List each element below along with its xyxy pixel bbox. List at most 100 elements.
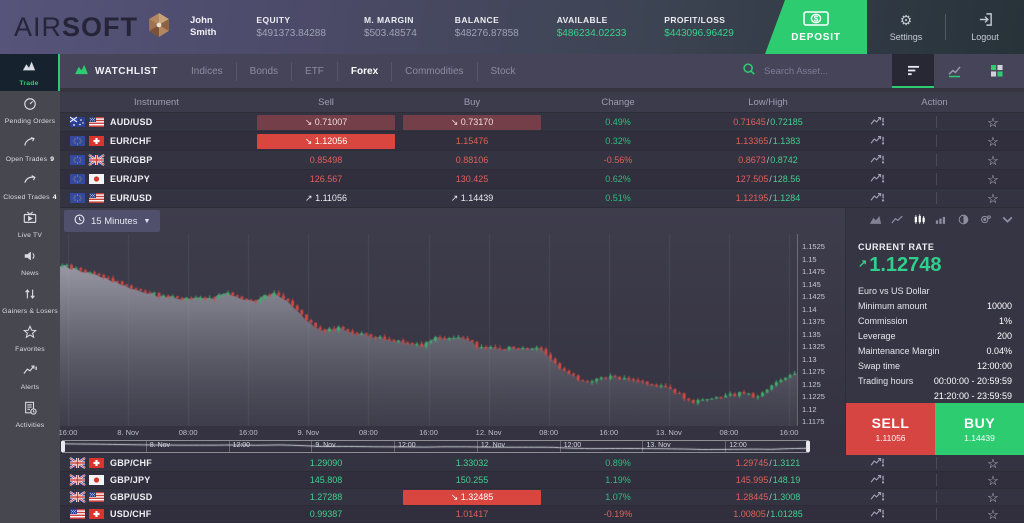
- sell-price[interactable]: 1.27288: [253, 490, 399, 504]
- logout-button[interactable]: Logout: [946, 12, 1024, 42]
- navigator-cell: 8. Nov: [146, 441, 229, 452]
- navigator-handle-left[interactable]: [61, 441, 65, 452]
- sell-price[interactable]: ↗ 1.11056: [253, 191, 399, 206]
- instrument-row-usd-chf[interactable]: USD/CHF0.993871.01417-0.19%1.00805/1.012…: [60, 506, 1024, 523]
- line-chart-icon[interactable]: [891, 212, 904, 230]
- sell-button[interactable]: SELL 1.11056: [846, 403, 935, 455]
- favorite-star-icon[interactable]: ☆: [987, 508, 999, 521]
- sell-price[interactable]: 0.99387: [253, 507, 399, 521]
- trend-alert-icon[interactable]: [870, 490, 885, 504]
- tab-commodities[interactable]: Commodities: [391, 62, 476, 81]
- favorite-star-icon[interactable]: ☆: [987, 154, 999, 167]
- favorite-star-icon[interactable]: ☆: [987, 491, 999, 504]
- sidebar-item-activities[interactable]: Activities: [0, 396, 60, 433]
- buy-price[interactable]: 150.255: [399, 473, 545, 487]
- activities-doc-icon: [23, 401, 37, 420]
- instrument-cell: USD/CHF: [60, 509, 253, 519]
- instrument-cell: EUR/JPY: [60, 174, 253, 184]
- tab-forex[interactable]: Forex: [337, 62, 391, 81]
- sidebar-item-pending-orders[interactable]: Pending Orders: [0, 92, 60, 129]
- timeframe-dropdown[interactable]: 15 Minutes ▼: [64, 210, 160, 232]
- x-axis-tick: 8. Nov: [117, 428, 139, 437]
- candlestick-canvas: [60, 234, 797, 426]
- buy-price[interactable]: ↘ 1.32485: [399, 490, 545, 505]
- instrument-row-gbp-jpy[interactable]: GBP/JPY145.808150.2551.19%145.995/148.19…: [60, 472, 1024, 489]
- buy-price[interactable]: 1.33032: [399, 456, 545, 470]
- instrument-row-gbp-chf[interactable]: GBP/CHF1.290901.330320.89%1.29745/1.3121…: [60, 455, 1024, 472]
- favorite-star-icon[interactable]: ☆: [987, 116, 999, 129]
- trend-alert-icon[interactable]: [870, 456, 885, 470]
- trend-alert-icon[interactable]: [870, 191, 885, 205]
- sidebar-item-closed-trades[interactable]: Closed Trades 4: [0, 168, 60, 205]
- instrument-row-eur-chf[interactable]: EUR/CHF↘ 1.120561.154760.32%1.13365/1.13…: [60, 132, 1024, 151]
- sell-price[interactable]: ↘ 0.71007: [253, 115, 399, 130]
- trend-alert-icon[interactable]: [870, 153, 885, 167]
- tab-indices[interactable]: Indices: [178, 62, 236, 81]
- sell-price[interactable]: 0.85498: [253, 153, 399, 167]
- price-chart[interactable]: 1.15251.151.14751.1451.14251.141.13751.1…: [60, 234, 845, 426]
- instrument-row-eur-gbp[interactable]: EUR/GBP0.854980.88106-0.56%0.8673/0.8742…: [60, 151, 1024, 170]
- navigator-cell: 12. Nov: [477, 441, 560, 452]
- sell-price[interactable]: 145.808: [253, 473, 399, 487]
- buy-price[interactable]: ↗ 1.14439: [399, 191, 545, 206]
- sidebar-item-favorites[interactable]: Favorites: [0, 320, 60, 357]
- area-chart-icon[interactable]: [869, 212, 882, 230]
- list-view-toggle[interactable]: [892, 54, 934, 88]
- trend-alert-icon[interactable]: [870, 115, 885, 129]
- tab-bonds[interactable]: Bonds: [236, 62, 291, 81]
- pair-name: EUR/GBP: [110, 155, 152, 165]
- low-high-cell: 145.995/148.19: [691, 475, 845, 485]
- favorite-star-icon[interactable]: ☆: [987, 474, 999, 487]
- tab-stock[interactable]: Stock: [477, 62, 529, 81]
- favorite-star-icon[interactable]: ☆: [987, 457, 999, 470]
- flag-us-icon: [89, 193, 104, 203]
- instrument-row-eur-usd[interactable]: EUR/USD↗ 1.11056↗ 1.144390.51%1.12195/1.…: [60, 189, 1024, 208]
- instrument-row-gbp-usd[interactable]: GBP/USD1.27288↘ 1.324851.07%1.28445/1.30…: [60, 489, 1024, 506]
- grid-view-toggle[interactable]: [976, 54, 1018, 88]
- x-axis-tick: 08:00: [720, 428, 739, 437]
- trend-alert-icon[interactable]: [870, 134, 885, 148]
- bar-chart-icon[interactable]: [935, 212, 948, 230]
- chart-view-toggle[interactable]: [934, 54, 976, 88]
- search-input[interactable]: [764, 66, 884, 77]
- navigator-handle-right[interactable]: [806, 441, 810, 452]
- candlestick-chart-icon[interactable]: [913, 212, 926, 230]
- y-axis-tick: 1.1475: [802, 267, 825, 276]
- trend-alert-icon[interactable]: [870, 473, 885, 487]
- buy-price[interactable]: 0.88106: [399, 153, 545, 167]
- account-stats: EQUITY$491373.84288M. MARGIN$503.48574BA…: [256, 15, 765, 39]
- settings-button[interactable]: ⚙ Settings: [867, 12, 945, 42]
- favorite-star-icon[interactable]: ☆: [987, 135, 999, 148]
- sell-price[interactable]: ↘ 1.12056: [253, 134, 399, 149]
- instrument-row-aud-usd[interactable]: AUD/USD↘ 0.71007↘ 0.731700.49%0.71645/0.…: [60, 113, 1024, 132]
- sidebar-item-news[interactable]: News: [0, 244, 60, 281]
- y-axis-tick: 1.1325: [802, 342, 825, 351]
- buy-price[interactable]: 130.425: [399, 172, 545, 186]
- y-axis-tick: 1.1225: [802, 392, 825, 401]
- favorite-star-icon[interactable]: ☆: [987, 173, 999, 186]
- instrument-row-eur-jpy[interactable]: EUR/JPY126.567130.4250.62%127.505/128.56…: [60, 170, 1024, 189]
- trend-alert-icon[interactable]: [870, 507, 885, 521]
- buy-price[interactable]: 1.01417: [399, 507, 545, 521]
- trend-alert-icon[interactable]: [870, 172, 885, 186]
- contrast-icon[interactable]: [957, 212, 970, 230]
- sell-price[interactable]: 1.29090: [253, 456, 399, 470]
- sidebar-item-live-tv[interactable]: Live TV: [0, 206, 60, 243]
- buy-price[interactable]: ↘ 0.73170: [399, 115, 545, 130]
- low-high-cell: 1.13365/1.1383: [691, 136, 845, 146]
- chevron-down-icon[interactable]: [1001, 212, 1014, 230]
- sell-price[interactable]: 126.567: [253, 172, 399, 186]
- sidebar-item-gainers-losers[interactable]: Gainers & Losers: [0, 282, 60, 319]
- deposit-button[interactable]: $ DEPOSIT: [765, 0, 867, 54]
- low-high-cell: 1.12195/1.1284: [691, 193, 845, 203]
- buy-button[interactable]: BUY 1.14439: [935, 403, 1024, 455]
- action-cell: ☆: [845, 191, 1024, 205]
- sidebar-item-alerts[interactable]: Alerts: [0, 358, 60, 395]
- favorite-star-icon[interactable]: ☆: [987, 192, 999, 205]
- tab-etf[interactable]: ETF: [291, 62, 337, 81]
- sidebar-item-open-trades[interactable]: Open Trades 9: [0, 130, 60, 167]
- sidebar-item-trade[interactable]: Trade: [0, 54, 60, 91]
- buy-price[interactable]: 1.15476: [399, 134, 545, 148]
- indicator-gear-icon[interactable]: [979, 212, 992, 230]
- chart-navigator[interactable]: 8. Nov12:009. Nov12:0012. Nov12:0013. No…: [62, 440, 809, 453]
